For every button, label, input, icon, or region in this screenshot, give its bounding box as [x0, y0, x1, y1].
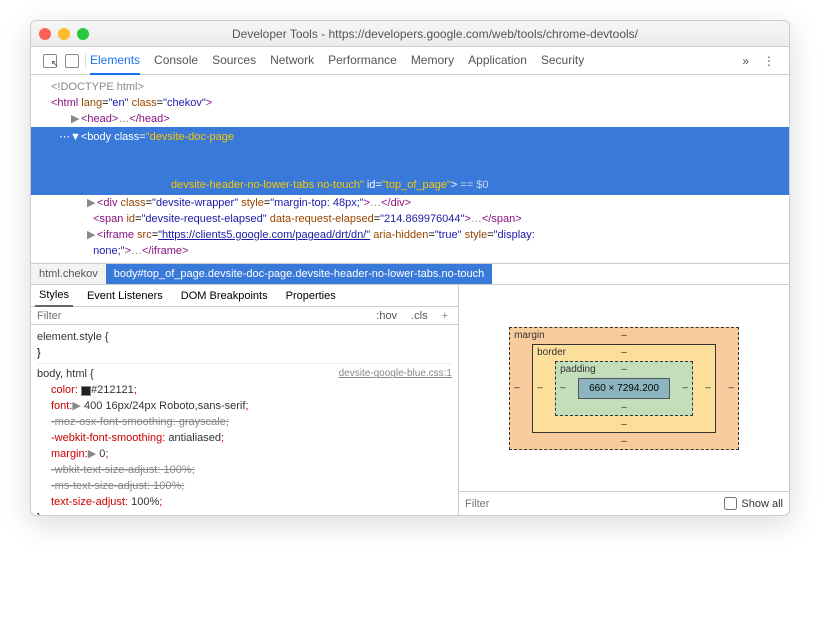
- inspect-icon[interactable]: ↖: [43, 54, 57, 68]
- dom-div[interactable]: ▶<div class="devsite-wrapper" style="mar…: [31, 195, 789, 211]
- menu-icon[interactable]: ⋮: [755, 54, 783, 68]
- add-rule-icon[interactable]: +: [438, 309, 452, 323]
- tab-console[interactable]: Console: [154, 47, 198, 74]
- cls-chip[interactable]: .cls: [407, 309, 432, 323]
- traffic-lights: [39, 28, 89, 40]
- prop-ms-tsa[interactable]: -ms-text-size-adjust: 100%;: [37, 478, 452, 494]
- dom-doctype[interactable]: <!DOCTYPE html>: [31, 79, 789, 95]
- showall-checkbox[interactable]: Show all: [724, 497, 783, 510]
- hov-chip[interactable]: :hov: [372, 309, 401, 323]
- styles-rules[interactable]: element.style { } devsite-google-blue.cs…: [31, 325, 458, 515]
- subtab-styles[interactable]: Styles: [35, 285, 73, 307]
- styles-subtabs: Styles Event Listeners DOM Breakpoints P…: [31, 285, 458, 307]
- prop-webkit-smooth[interactable]: -webkit-font-smoothing: antialiased;: [37, 430, 452, 446]
- crumb-body[interactable]: body#top_of_page.devsite-doc-page.devsit…: [106, 264, 493, 284]
- device-icon[interactable]: [65, 54, 79, 68]
- prop-margin[interactable]: margin:▶ 0;: [37, 446, 452, 462]
- tab-memory[interactable]: Memory: [411, 47, 454, 74]
- titlebar: Developer Tools - https://developers.goo…: [31, 21, 789, 47]
- box-model[interactable]: margin – – – – border – – – – padding: [459, 285, 789, 491]
- computed-filter-input[interactable]: [465, 498, 724, 510]
- devtools-window: Developer Tools - https://developers.goo…: [30, 20, 790, 516]
- prop-font[interactable]: font:▶ 400 16px/24px Roboto,sans-serif;: [37, 398, 452, 414]
- dom-iframe[interactable]: ▶<iframe src="https://clients5.google.co…: [31, 227, 789, 243]
- tab-performance[interactable]: Performance: [328, 47, 397, 74]
- dom-body-selected[interactable]: ⋯▼<body class="devsite-doc-page devsite-…: [31, 127, 789, 195]
- tab-sources[interactable]: Sources: [212, 47, 256, 74]
- main-toolbar: ↖ Elements Console Sources Network Perfo…: [31, 47, 789, 75]
- minimize-icon[interactable]: [58, 28, 70, 40]
- dom-html[interactable]: <html lang="en" class="chekov">: [31, 95, 789, 111]
- subtab-listeners[interactable]: Event Listeners: [83, 286, 167, 306]
- main-tabs: Elements Console Sources Network Perform…: [90, 47, 736, 74]
- element-style-rule[interactable]: element.style {: [37, 329, 452, 345]
- styles-filter-input[interactable]: [37, 310, 372, 322]
- styles-filter-row: :hov .cls +: [31, 307, 458, 325]
- breadcrumbs: html.chekov body#top_of_page.devsite-doc…: [31, 263, 789, 285]
- crumb-html[interactable]: html.chekov: [31, 264, 106, 284]
- overflow-icon[interactable]: »: [736, 54, 755, 68]
- bottom-panels: Styles Event Listeners DOM Breakpoints P…: [31, 285, 789, 515]
- swatch-icon[interactable]: [81, 386, 91, 396]
- tab-application[interactable]: Application: [468, 47, 527, 74]
- dom-span[interactable]: <span id="devsite-request-elapsed" data-…: [31, 211, 789, 227]
- tab-security[interactable]: Security: [541, 47, 584, 74]
- computed-panel: margin – – – – border – – – – padding: [459, 285, 789, 515]
- prop-tsa[interactable]: text-size-adjust: 100%;: [37, 494, 452, 510]
- prop-color[interactable]: color: #212121;: [37, 382, 452, 398]
- prop-moz-smooth[interactable]: -moz-osx-font-smoothing: grayscale;: [37, 414, 452, 430]
- window-title: Developer Tools - https://developers.goo…: [89, 27, 781, 41]
- close-icon[interactable]: [39, 28, 51, 40]
- box-content: 660 × 7294.200: [578, 378, 670, 399]
- styles-panel: Styles Event Listeners DOM Breakpoints P…: [31, 285, 459, 515]
- dom-iframe-2[interactable]: none;">…</iframe>: [31, 243, 789, 259]
- subtab-breakpoints[interactable]: DOM Breakpoints: [177, 286, 272, 306]
- tab-elements[interactable]: Elements: [90, 47, 140, 75]
- dom-tree[interactable]: <!DOCTYPE html> <html lang="en" class="c…: [31, 75, 789, 263]
- body-html-rule[interactable]: body, html {: [37, 368, 94, 380]
- zoom-icon[interactable]: [77, 28, 89, 40]
- dom-head[interactable]: ▶<head>…</head>: [31, 111, 789, 127]
- prop-wbkit-tsa[interactable]: -wbkit-text-size-adjust: 100%;: [37, 462, 452, 478]
- tab-network[interactable]: Network: [270, 47, 314, 74]
- subtab-properties[interactable]: Properties: [282, 286, 340, 306]
- computed-filter-row: Show all: [459, 491, 789, 515]
- rule-source[interactable]: devsite-google-blue.css:1: [339, 366, 452, 382]
